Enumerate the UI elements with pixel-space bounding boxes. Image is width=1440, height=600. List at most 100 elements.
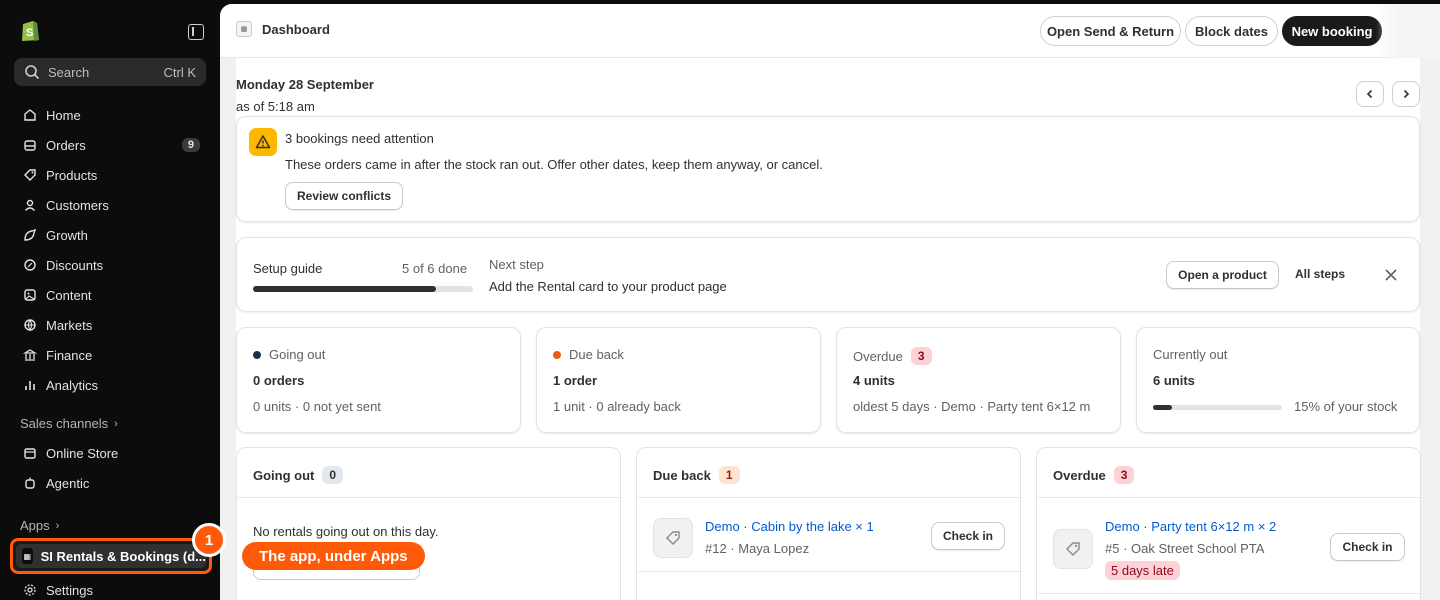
- sidebar-item-label: Products: [46, 167, 98, 183]
- sidebar-item-settings[interactable]: Settings: [14, 576, 206, 600]
- divider: [637, 571, 1020, 572]
- check-in-button[interactable]: Check in: [1330, 533, 1405, 561]
- sales-channels-heading[interactable]: Sales channels ›: [20, 416, 118, 431]
- sidebar-item-discounts[interactable]: Discounts: [14, 251, 206, 279]
- chevron-left-icon: [1366, 89, 1373, 99]
- attention-title: 3 bookings need attention: [285, 131, 434, 146]
- booking-meta: #5 · Oak Street School PTA: [1105, 541, 1265, 556]
- home-icon: [22, 107, 38, 123]
- going-out-count-badge: 0: [322, 466, 344, 484]
- finance-icon: [22, 347, 38, 363]
- step-callout-label: The app, under Apps: [242, 542, 425, 570]
- orders-icon: [22, 137, 38, 153]
- setup-guide-title: Setup guide: [253, 261, 323, 276]
- due-back-dot-icon: [553, 350, 561, 359]
- sidebar-item-online-store[interactable]: Online Store: [14, 439, 206, 467]
- settings-gear-icon: [22, 582, 38, 598]
- close-icon[interactable]: [1384, 268, 1398, 282]
- top-bar: ▦ Dashboard Open Send & Return Block dat…: [220, 4, 1440, 58]
- divider: [1037, 497, 1420, 498]
- growth-icon: [22, 227, 38, 243]
- due-back-count-badge: 1: [718, 466, 740, 484]
- search-placeholder: Search: [48, 64, 90, 80]
- sidebar-item-rentals-app[interactable]: ▦ SI Rentals & Bookings (d...: [10, 538, 212, 574]
- stock-progress-bar: [1153, 405, 1282, 410]
- main-content: ▦ Dashboard Open Send & Return Block dat…: [220, 4, 1440, 600]
- sidebar-item-markets[interactable]: Markets: [14, 311, 206, 339]
- new-booking-button[interactable]: New booking: [1282, 16, 1382, 46]
- apps-heading[interactable]: Apps ›: [20, 518, 59, 533]
- overflow-fade: [1376, 4, 1440, 58]
- stat-sub: 15% of your stock: [1294, 399, 1398, 414]
- setup-progress-text: 5 of 6 done: [402, 261, 468, 276]
- stat-value: 6 units: [1153, 373, 1195, 388]
- panel-header: Due back 1: [653, 466, 740, 484]
- sidebar-item-agentic[interactable]: Agentic: [14, 469, 206, 497]
- page-title: ▦ Dashboard: [236, 21, 330, 37]
- booking-link[interactable]: Demo · Cabin by the lake × 1: [705, 519, 874, 534]
- analytics-icon: [22, 377, 38, 393]
- sidebar-item-label: Content: [46, 287, 92, 303]
- sidebar-item-label: Online Store: [46, 445, 119, 461]
- search-shortcut: Ctrl K: [163, 64, 197, 80]
- stat-header: Overdue 3: [853, 347, 932, 365]
- sidebar-item-label: Discounts: [46, 257, 104, 273]
- next-step-text: Add the Rental card to your product page: [489, 279, 727, 294]
- review-conflicts-button[interactable]: Review conflicts: [285, 182, 403, 210]
- date-title: Monday 28 September: [236, 77, 374, 92]
- page-title-text: Dashboard: [262, 21, 330, 37]
- sidebar-item-label: Growth: [46, 227, 88, 243]
- due-back-panel: Due back 1 Demo · Cabin by the lake × 1 #…: [636, 447, 1021, 600]
- sidebar-item-home[interactable]: Home: [14, 101, 206, 129]
- check-in-button[interactable]: Check in: [931, 522, 1005, 550]
- sales-channels-label: Sales channels: [20, 416, 109, 431]
- setup-progress-fill: [253, 286, 437, 292]
- search-icon: [25, 65, 40, 80]
- booking-meta: #12 · Maya Lopez: [705, 541, 810, 556]
- shopify-logo-icon[interactable]: S: [19, 18, 41, 42]
- stat-going-out[interactable]: Going out 0 orders 0 units · 0 not yet s…: [236, 327, 521, 433]
- all-steps-button[interactable]: All steps: [1295, 267, 1345, 281]
- sidebar-toggle-icon[interactable]: [188, 24, 204, 40]
- stat-header: Going out: [253, 347, 325, 362]
- stat-currently-out[interactable]: Currently out 6 units 15% of your stock: [1136, 327, 1420, 433]
- booking-link[interactable]: Demo · Party tent 6×12 m × 2: [1105, 519, 1276, 534]
- sidebar-item-label: Analytics: [46, 377, 99, 393]
- sidebar-item-customers[interactable]: Customers: [14, 191, 206, 219]
- sidebar-item-products[interactable]: Products: [14, 161, 206, 189]
- stat-overdue[interactable]: Overdue 3 4 units oldest 5 days · Demo · …: [836, 327, 1121, 433]
- chevron-right-icon: [1403, 89, 1410, 99]
- sidebar-item-label: Customers: [46, 197, 109, 213]
- chevron-right-icon: ›: [55, 519, 60, 532]
- sidebar-item-content[interactable]: Content: [14, 281, 206, 309]
- panel-title: Overdue: [1053, 467, 1106, 483]
- stat-sub: 0 units · 0 not yet sent: [253, 399, 381, 414]
- sidebar-item-growth[interactable]: Growth: [14, 221, 206, 249]
- divider: [637, 497, 1020, 498]
- chevron-right-icon: ›: [114, 417, 118, 430]
- sidebar-item-label: Orders: [46, 137, 86, 153]
- content-icon: [22, 287, 38, 303]
- next-day-button[interactable]: [1392, 81, 1420, 107]
- date-subtitle: as of 5:18 am: [236, 99, 315, 114]
- panel-header: Going out 0: [253, 466, 344, 484]
- apps-label: Apps: [20, 518, 50, 533]
- stock-progress-fill: [1153, 405, 1173, 410]
- stat-title: Due back: [569, 347, 624, 362]
- sidebar-item-orders[interactable]: Orders 9: [14, 131, 206, 159]
- open-send-return-button[interactable]: Open Send & Return: [1040, 16, 1181, 46]
- panel-title: Due back: [653, 467, 711, 483]
- sidebar-item-finance[interactable]: Finance: [14, 341, 206, 369]
- sidebar-item-label: Home: [46, 107, 81, 123]
- sidebar-item-analytics[interactable]: Analytics: [14, 371, 206, 399]
- search-input[interactable]: Search Ctrl K: [14, 58, 206, 86]
- open-product-button[interactable]: Open a product: [1166, 261, 1279, 289]
- block-dates-button[interactable]: Block dates: [1185, 16, 1278, 46]
- stat-value: 0 orders: [253, 373, 305, 388]
- stat-due-back[interactable]: Due back 1 order 1 unit · 0 already back: [536, 327, 821, 433]
- orders-count-badge: 9: [181, 138, 200, 152]
- divider: [237, 497, 620, 498]
- previous-day-button[interactable]: [1356, 81, 1384, 107]
- agentic-icon: [22, 475, 38, 491]
- stat-title: Going out: [269, 347, 326, 362]
